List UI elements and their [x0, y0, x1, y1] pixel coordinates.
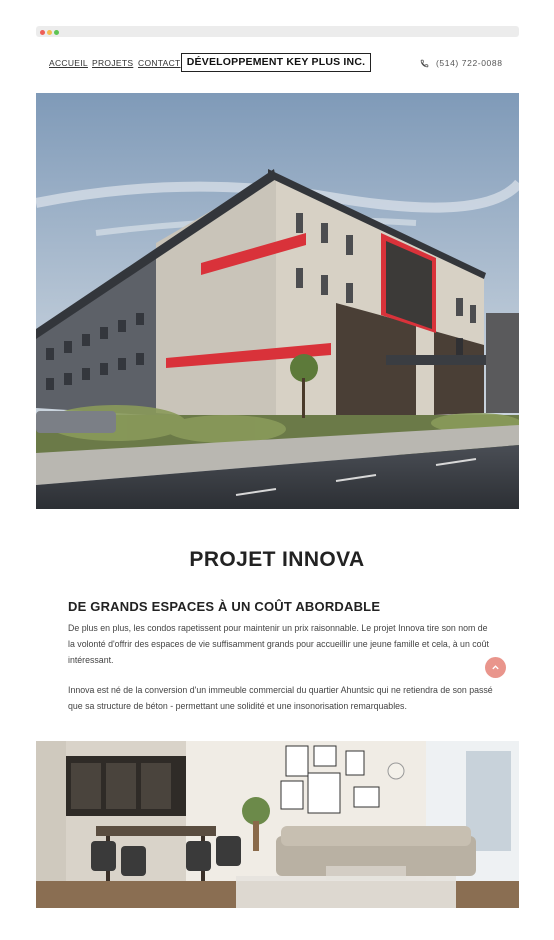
window-maximize-dot[interactable]	[54, 30, 59, 35]
hero-building-image	[36, 93, 519, 509]
back-to-top-button[interactable]	[485, 657, 506, 678]
nav-contact[interactable]: CONTACT	[138, 58, 181, 68]
phone-number: (514) 722-0088	[436, 58, 503, 68]
nav-accueil[interactable]: ACCUEIL	[49, 58, 88, 68]
chevron-up-icon	[492, 665, 499, 670]
project-title: PROJET INNOVA	[189, 548, 365, 572]
phone-link[interactable]: (514) 722-0088	[420, 58, 503, 68]
interior-living-room-image	[36, 741, 519, 908]
window-close-dot[interactable]	[40, 30, 45, 35]
nav-projets[interactable]: PROJETS	[92, 58, 133, 68]
project-paragraph-2: Innova est né de la conversion d'un imme…	[68, 684, 493, 712]
brand-logo[interactable]: DÉVELOPPEMENT KEY PLUS INC.	[181, 53, 371, 72]
project-paragraph-1: De plus en plus, les condos rapetissent …	[68, 622, 489, 666]
phone-icon	[420, 59, 429, 68]
browser-toolbar	[36, 26, 519, 37]
project-subtitle: DE GRANDS ESPACES À UN COÛT ABORDABLE	[68, 598, 381, 614]
window-minimize-dot[interactable]	[47, 30, 52, 35]
